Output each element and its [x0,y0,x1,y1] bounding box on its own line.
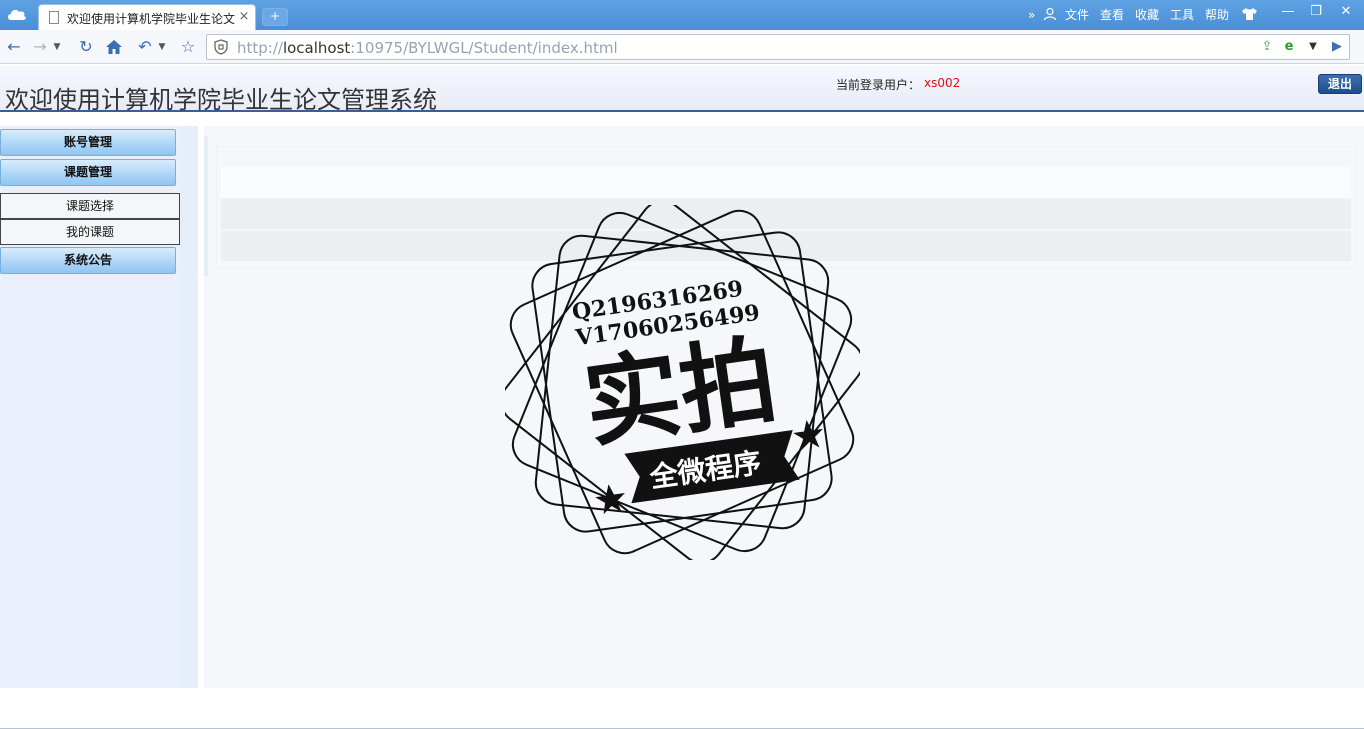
app-header: 欢迎使用计算机学院毕业生论文管理系统 当前登录用户： xs002 退出 [0,65,1364,114]
go-icon[interactable]: ▶ [1328,38,1346,56]
forward-icon[interactable]: → [29,36,51,58]
sidebar-item-account-management[interactable]: 账号管理 [0,129,176,156]
menu-file[interactable]: 文件 [1065,6,1089,24]
restore-button[interactable]: ❐ [1304,3,1328,23]
sidebar-splitter[interactable] [180,126,198,688]
current-user-name: xs002 [924,76,961,90]
tab-close-icon[interactable]: × [237,9,251,25]
page-title: 欢迎使用计算机学院毕业生论文管理系统 [5,86,437,114]
home-icon[interactable] [105,39,123,55]
navigation-bar: ← → ▼ ↻ ↶ ▼ ☆ http://localhost:10975/BYL… [0,30,1364,64]
user-account-icon[interactable] [1043,7,1057,21]
address-bar[interactable]: http://localhost:10975/BYLWGL/Student/in… [206,34,1350,60]
skin-shirt-icon[interactable] [1241,7,1258,21]
menu-overflow-icon[interactable]: » [1028,6,1035,24]
ie-compat-icon[interactable]: e [1280,38,1298,56]
refresh-icon[interactable]: ↻ [75,36,97,58]
security-shield-icon[interactable] [213,39,229,55]
browser-logo-icon [8,9,26,20]
logout-button[interactable]: 退出 [1318,74,1362,94]
minimize-button[interactable]: — [1276,3,1300,23]
tab-title: 欢迎使用计算机学院毕业生论文管理系统 [67,12,235,26]
sidebar-item-announcements[interactable]: 系统公告 [0,247,176,274]
address-dropdown-icon[interactable]: ▼ [1304,38,1322,56]
grid-header [221,167,1351,197]
close-window-button[interactable]: ✕ [1334,3,1358,23]
watermark-stamp: Q2196316269 V17060256499 实拍 全微程序 [505,205,860,560]
undo-dropdown-icon[interactable]: ▼ [155,36,169,58]
favorite-star-icon[interactable]: ☆ [177,36,199,58]
current-user-label: 当前登录用户： [836,78,921,92]
menu-help[interactable]: 帮助 [1205,6,1229,24]
menu-favorites[interactable]: 收藏 [1135,6,1159,24]
page-icon [49,11,59,24]
menu-view[interactable]: 查看 [1100,6,1124,24]
menu-tools[interactable]: 工具 [1170,6,1194,24]
url-text[interactable]: http://localhost:10975/BYLWGL/Student/in… [237,39,618,57]
main-left-border [204,136,208,276]
sidebar-subitem-topic-selection[interactable]: 课题选择 [0,193,180,219]
share-icon[interactable]: ⇪ [1258,38,1276,56]
new-tab-button[interactable]: + [262,8,288,26]
sidebar-menu: 账号管理 课题管理 课题选择 我的课题 系统公告 [0,126,180,688]
sidebar-subitem-my-topics[interactable]: 我的课题 [0,219,180,245]
sidebar: 账号管理 课题管理 课题选择 我的课题 系统公告 [0,126,198,688]
browser-tab[interactable]: 欢迎使用计算机学院毕业生论文管理系统 × [38,4,256,30]
history-dropdown-icon[interactable]: ▼ [50,36,64,58]
browser-titlebar: 欢迎使用计算机学院毕业生论文管理系统 × + » 文件 查看 收藏 工具 帮助 … [0,0,1364,30]
back-icon[interactable]: ← [3,36,25,58]
sidebar-item-topic-management[interactable]: 课题管理 [0,159,176,186]
page-footer [0,688,1364,729]
undo-icon[interactable]: ↶ [134,36,156,58]
